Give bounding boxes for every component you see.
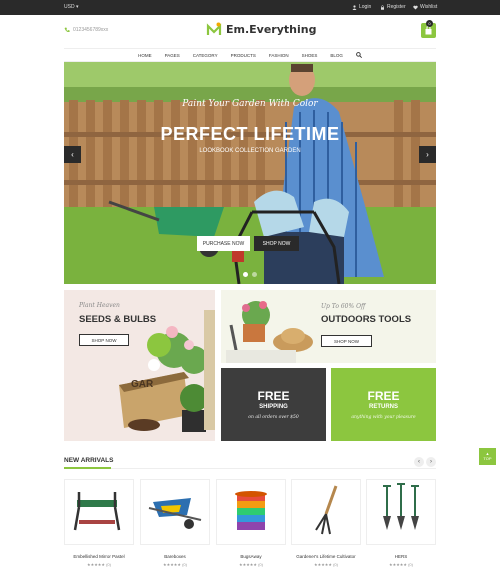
phone-icon	[64, 27, 70, 33]
kneeler-image	[73, 492, 121, 531]
login-link[interactable]: Login	[352, 4, 371, 10]
seeds-banner-title: SEEDS & BULBS	[79, 314, 157, 325]
seeds-shop-now-button[interactable]: SHOP NOW	[79, 334, 129, 346]
wishlist-label: Wishlist	[420, 4, 438, 10]
tools-banner-script: Up To 60% Off	[321, 303, 366, 310]
free-returns-title: FREE	[367, 389, 400, 403]
cultivator-image	[315, 485, 338, 535]
free-shipping-subtitle: SHIPPING	[259, 404, 288, 410]
phone-contact[interactable]: 0123456789xxx	[64, 27, 108, 33]
new-arrivals-underline	[64, 467, 111, 469]
top-bar: USD ▾ Login Register Wishlist	[0, 0, 500, 15]
product-name[interactable]: Embellished Mirror Pastel	[64, 554, 134, 559]
product-card[interactable]: HERS ★★★★★ (0)	[366, 479, 436, 567]
free-shipping-note: on all orders over $50	[248, 415, 299, 420]
product-image[interactable]	[140, 479, 210, 545]
arrivals-prev-button[interactable]: ‹	[414, 457, 424, 467]
cart-button[interactable]: 0	[421, 20, 436, 38]
cart-count-badge: 0	[426, 20, 433, 27]
product-rating: ★★★★★ (0)	[314, 562, 338, 567]
nav-pages[interactable]: PAGES	[165, 53, 180, 58]
seeds-banner-image	[119, 310, 215, 432]
lock-icon	[381, 4, 384, 10]
free-returns-banner[interactable]: FREE RETURNS anything with your pleasure	[331, 368, 436, 441]
slider-dot[interactable]	[252, 272, 257, 277]
buckets-image	[235, 491, 267, 530]
spades-image	[383, 483, 419, 530]
wheelbarrow-image	[148, 498, 202, 529]
site-logo[interactable]: Em.Everything	[206, 22, 316, 37]
nav-home[interactable]: HOME	[138, 53, 152, 58]
nav-category[interactable]: CATEGORY	[193, 53, 218, 58]
outdoors-tools-banner[interactable]: Up To 60% Off OUTDOORS TOOLS SHOP NOW	[221, 290, 436, 363]
chevron-right-icon: ›	[430, 459, 432, 465]
product-rating: ★★★★★ (0)	[389, 562, 413, 567]
hero-image	[64, 62, 436, 284]
logo-text: Em.Everything	[226, 23, 317, 36]
logo-icon	[206, 22, 222, 35]
product-image[interactable]	[64, 479, 134, 545]
arrivals-next-button[interactable]: ›	[426, 457, 436, 467]
register-label: Register	[387, 4, 406, 10]
nav-products[interactable]: PRODUCTS	[231, 53, 256, 58]
product-name[interactable]: BugsAway	[216, 554, 286, 559]
shop-now-button[interactable]: SHOP NOW	[254, 236, 299, 251]
chevron-left-icon: ‹	[71, 150, 74, 159]
site-header: 0123456789xxx Em.Everything 0	[0, 15, 500, 48]
login-label: Login	[359, 4, 372, 10]
slider-next-button[interactable]: ›	[419, 146, 436, 163]
user-icon	[352, 4, 357, 10]
chevron-left-icon: ‹	[418, 459, 420, 465]
chevron-right-icon: ›	[426, 150, 429, 159]
free-returns-subtitle: RETURNS	[368, 404, 398, 410]
currency-label: USD	[64, 4, 75, 10]
product-rating: ★★★★★ (0)	[163, 562, 187, 567]
crate-label: GAR	[131, 379, 154, 390]
back-to-top-button[interactable]: ▲ TOP	[479, 448, 496, 465]
hero-subtitle: LOOKBOOK COLLECTION GARDEN	[199, 148, 301, 154]
hero-title: PERFECT LIFETIME	[160, 124, 340, 144]
new-arrivals-title: NEW ARRIVALS	[64, 457, 114, 464]
product-name[interactable]: Bareboxes	[140, 554, 210, 559]
nav-shoes[interactable]: SHOES	[302, 53, 318, 58]
seeds-bulbs-banner[interactable]: Plant Heaven SEEDS & BULBS GAR SHOP NOW	[64, 290, 215, 441]
product-image[interactable]	[291, 479, 361, 545]
free-shipping-banner[interactable]: FREE SHIPPING on all orders over $50	[221, 368, 326, 441]
free-returns-note: anything with your pleasure	[351, 415, 416, 420]
seeds-banner-script: Plant Heaven	[79, 302, 120, 309]
product-card[interactable]: Gardener's Lifetime Cultivator ★★★★★ (0)	[291, 479, 361, 567]
nav-fashion[interactable]: FASHION	[269, 53, 289, 58]
register-link[interactable]: Register	[380, 4, 406, 10]
tools-shop-now-button[interactable]: SHOP NOW	[321, 335, 372, 347]
tools-banner-title: OUTDOORS TOOLS	[321, 314, 412, 325]
nav-blog[interactable]: BLOG	[330, 53, 343, 58]
product-card[interactable]: Embellished Mirror Pastel ★★★★★ (0)	[64, 479, 134, 567]
slider-prev-button[interactable]: ‹	[64, 146, 81, 163]
main-navigation: HOME PAGES CATEGORY PRODUCTS FASHION SHO…	[64, 48, 436, 62]
product-card[interactable]: BugsAway ★★★★★ (0)	[216, 479, 286, 567]
section-divider	[64, 468, 436, 469]
heart-icon	[413, 5, 418, 9]
purchase-now-button[interactable]: PURCHASE NOW	[197, 236, 250, 251]
tools-banner-image	[226, 301, 313, 363]
search-icon[interactable]	[356, 52, 362, 58]
slider-dot-active[interactable]	[243, 272, 248, 277]
hero-script-text: Paint Your Garden With Color	[182, 99, 318, 109]
product-rating: ★★★★★ (0)	[87, 562, 111, 567]
product-rating: ★★★★★ (0)	[239, 562, 263, 567]
product-name[interactable]: HERS	[366, 554, 436, 559]
currency-selector[interactable]: USD ▾	[64, 4, 78, 10]
product-image[interactable]	[366, 479, 436, 545]
hero-slider: Paint Your Garden With Color PERFECT LIF…	[64, 62, 436, 284]
product-card[interactable]: Bareboxes ★★★★★ (0)	[140, 479, 210, 567]
wishlist-link[interactable]: Wishlist	[413, 4, 437, 10]
back-to-top-label: TOP	[483, 456, 492, 461]
phone-number: 0123456789xxx	[73, 27, 109, 33]
product-name[interactable]: Gardener's Lifetime Cultivator	[291, 554, 361, 559]
free-shipping-title: FREE	[257, 389, 290, 403]
product-image[interactable]	[216, 479, 286, 545]
